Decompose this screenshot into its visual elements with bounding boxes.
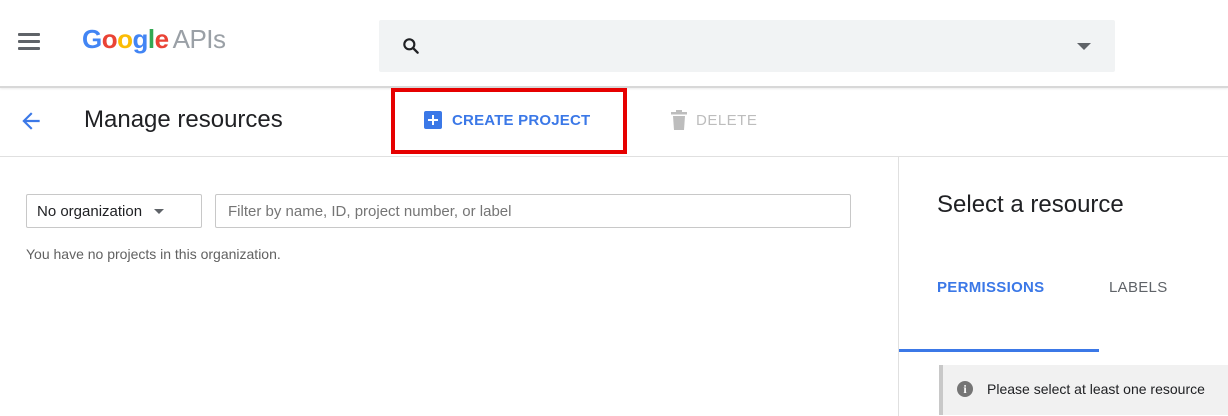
search-bar[interactable] — [379, 20, 1115, 72]
create-project-button[interactable]: CREATE PROJECT — [424, 108, 590, 132]
delete-label: DELETE — [696, 111, 758, 129]
organization-select[interactable]: No organization — [26, 194, 202, 228]
info-icon: i — [957, 381, 973, 397]
add-box-icon — [424, 111, 442, 129]
tab-labels[interactable]: LABELS — [1109, 279, 1168, 296]
delete-button[interactable]: DELETE — [670, 108, 757, 132]
caret-down-icon[interactable] — [1077, 43, 1091, 50]
google-apis-logo[interactable]: Google APIs — [82, 24, 226, 55]
info-message-text: Please select at least one resource — [987, 381, 1205, 397]
caret-down-icon — [154, 208, 165, 214]
hamburger-menu-icon[interactable] — [18, 33, 40, 51]
page-title: Manage resources — [84, 106, 283, 133]
tab-permissions[interactable]: PERMISSIONS — [937, 279, 1045, 296]
search-icon — [403, 38, 419, 54]
filter-input[interactable] — [215, 194, 851, 228]
arrow-back-icon[interactable] — [18, 108, 44, 134]
search-input[interactable] — [435, 34, 1059, 60]
top-app-bar: Google APIs — [0, 0, 1228, 88]
action-bar: Manage resources CREATE PROJECT DELETE — [0, 88, 1228, 157]
trash-icon — [671, 110, 687, 130]
organization-select-value: No organization — [37, 202, 143, 220]
create-project-label: CREATE PROJECT — [452, 111, 591, 129]
panel-title: Select a resource — [937, 191, 1124, 218]
empty-state-message: You have no projects in this organizatio… — [26, 246, 281, 262]
resource-info-panel: Select a resource PERMISSIONS LABELS i P… — [898, 157, 1228, 416]
info-message-box: i Please select at least one resource — [939, 365, 1228, 415]
active-tab-indicator — [899, 349, 1099, 352]
